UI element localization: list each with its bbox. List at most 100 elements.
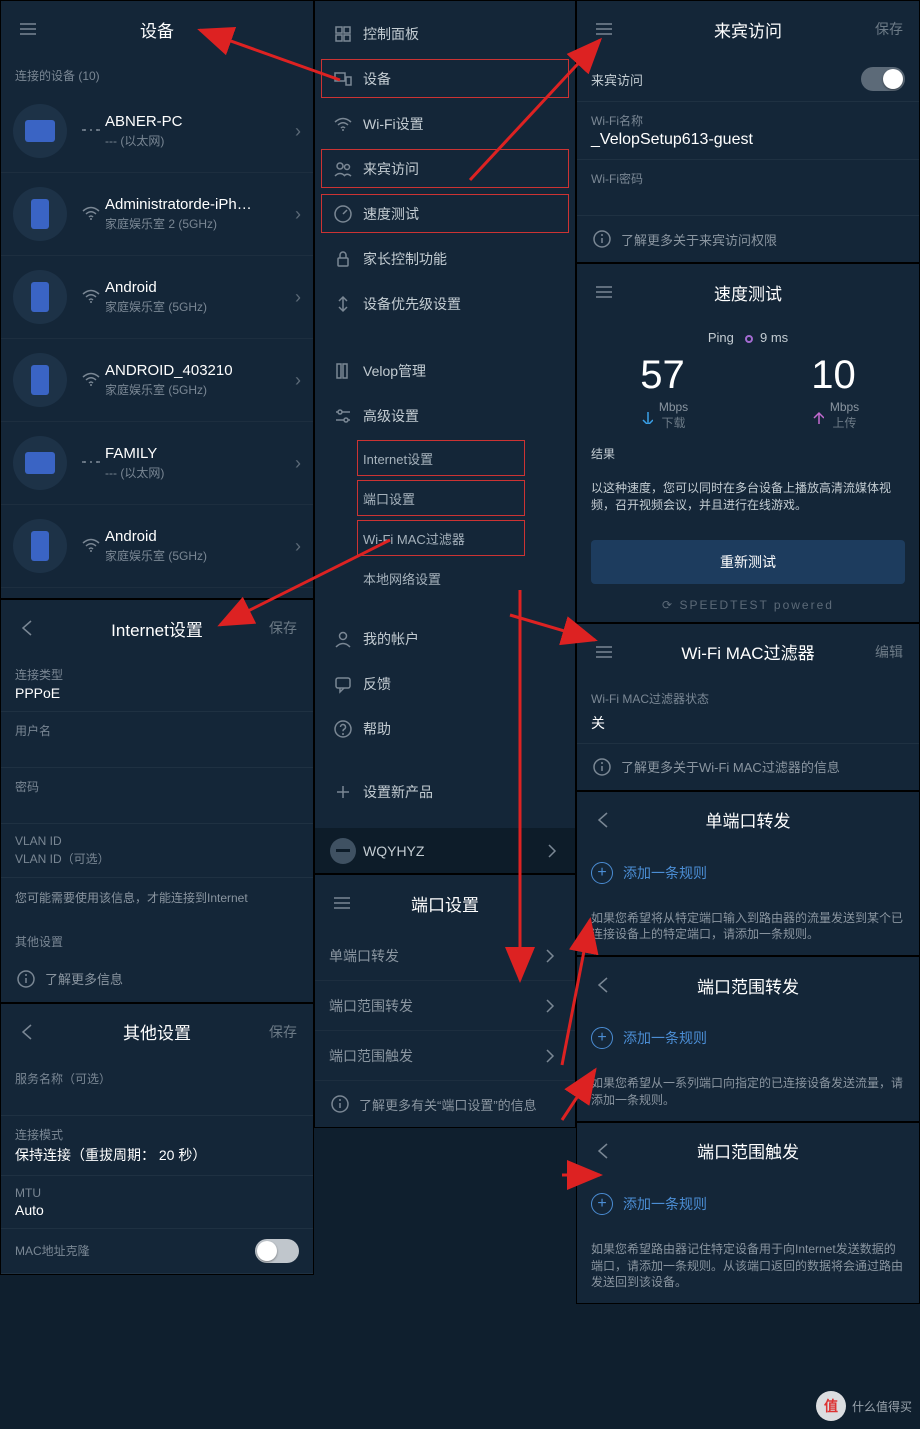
username-field[interactable]: 用户名 [1, 712, 313, 768]
learn-more-internet[interactable]: 了解更多信息 [1, 956, 313, 1002]
device-row[interactable]: Android家庭娱乐室 (5GHz) › [1, 505, 313, 588]
retest-button[interactable]: 重新测试 [591, 540, 905, 584]
add-rule-button[interactable]: +添加一条规则 [577, 1179, 919, 1229]
device-sub: 家庭娱乐室 (5GHz) [105, 547, 295, 564]
watermark: 值什么值得买 [816, 1391, 912, 1421]
connection-type-field[interactable]: 连接类型 PPPoE [1, 656, 313, 712]
info-icon [329, 1093, 351, 1115]
port-forward-panel: 单端口转发 +添加一条规则 如果您希望将从特定端口输入到路由器的流量发送到某个已… [576, 791, 920, 957]
submenu-item[interactable]: Internet设置 [315, 438, 575, 478]
add-rule-button[interactable]: +添加一条规则 [577, 1013, 919, 1063]
port-settings-hint[interactable]: 了解更多有关“端口设置”的信息 [315, 1081, 575, 1127]
node-row[interactable]: WQYHYZ [315, 828, 575, 873]
guest-learn-more[interactable]: 了解更多关于来宾访问权限 [577, 216, 919, 262]
back-icon[interactable] [17, 1021, 39, 1043]
hamburger-icon[interactable] [331, 892, 353, 914]
sliders-icon [323, 405, 363, 427]
device-row[interactable]: Administratorde-iPh…家庭娱乐室 2 (5GHz) › [1, 173, 313, 256]
connection-mode-field[interactable]: 连接模式 保持连接（重拔周期： 20 秒） [1, 1116, 313, 1176]
pf-hint: 如果您希望从一系列端口向指定的已连接设备发送流量，请添加一条规则。 [577, 1063, 919, 1121]
menu-label: Wi-Fi设置 [363, 114, 424, 134]
pf-hint: 如果您希望将从特定端口输入到路由器的流量发送到某个已连接设备上的特定端口，请添加… [577, 898, 919, 956]
wifi-icon [77, 534, 105, 559]
guest-toggle[interactable] [861, 67, 905, 91]
device-row[interactable]: FAMILY--- (以太网) › [1, 422, 313, 505]
device-row[interactable]: ANDROID_403210家庭娱乐室 (5GHz) › [1, 339, 313, 422]
vlan-field[interactable]: VLAN ID VLAN ID（可选） [1, 824, 313, 878]
save-button[interactable]: 保存 [269, 1022, 297, 1042]
submenu-item[interactable]: 端口设置 [315, 478, 575, 518]
hamburger-icon[interactable] [593, 281, 615, 303]
menu-item[interactable]: 高级设置 [315, 393, 575, 438]
save-button[interactable]: 保存 [269, 618, 297, 638]
info-icon [591, 756, 613, 778]
device-name: ABNER-PC [105, 113, 295, 130]
speedtest-powered: ⟳ SPEEDTEST powered [577, 598, 919, 622]
menu-item[interactable]: 设备优先级设置 [315, 281, 575, 326]
chat-icon [323, 673, 363, 695]
velop-icon [323, 360, 363, 382]
guest-access-panel: 来宾访问 保存 来宾访问 Wi-Fi名称 _VelopSetup613-gues… [576, 0, 920, 263]
port-row-label: 端口范围转发 [329, 996, 413, 1016]
menu-label: 设置新产品 [363, 782, 433, 802]
menu-item[interactable]: 我的帐户 [315, 616, 575, 661]
wifi-icon [323, 113, 363, 135]
mac-learn-more[interactable]: 了解更多关于Wi-Fi MAC过滤器的信息 [577, 744, 919, 790]
back-icon[interactable] [593, 1140, 615, 1162]
hamburger-icon[interactable] [593, 18, 615, 40]
mtu-field[interactable]: MTU Auto [1, 1176, 313, 1229]
result-label: 结果 [577, 431, 919, 468]
device-row[interactable]: Android 家庭娱乐室 (5GHz) › [1, 256, 313, 339]
back-icon[interactable] [593, 809, 615, 831]
guest-access-title: 来宾访问 [714, 17, 782, 42]
port-row[interactable]: 单端口转发 [315, 931, 575, 981]
devices-title: 设备 [140, 17, 174, 42]
hamburger-icon[interactable] [17, 18, 39, 40]
add-rule-button[interactable]: +添加一条规则 [577, 848, 919, 898]
info-icon [15, 968, 37, 990]
pf-title: 单端口转发 [706, 807, 791, 832]
menu-label: 设备 [363, 69, 391, 89]
internet-settings-panel: Internet设置 保存 连接类型 PPPoE 用户名 密码 VLAN ID … [0, 599, 314, 1003]
menu-item[interactable]: 来宾访问 [315, 146, 575, 191]
pf-title: 端口范围触发 [697, 1138, 799, 1163]
plus-icon [323, 781, 363, 803]
menu-item[interactable]: 速度测试 [315, 191, 575, 236]
save-button[interactable]: 保存 [875, 19, 903, 39]
service-name-field[interactable]: 服务名称（可选） [1, 1060, 313, 1116]
menu-item[interactable]: 控制面板 [315, 11, 575, 56]
password-field[interactable]: 密码 [1, 768, 313, 824]
info-icon [591, 228, 613, 250]
menu-item[interactable]: 反馈 [315, 661, 575, 706]
submenu-item[interactable]: 本地网络设置 [315, 558, 575, 598]
chevron-right-icon: › [295, 287, 301, 308]
submenu-item[interactable]: Wi-Fi MAC过滤器 [315, 518, 575, 558]
menu-label: 我的帐户 [363, 629, 419, 649]
menu-item[interactable]: Velop管理 [315, 348, 575, 393]
chevron-right-icon [539, 945, 561, 967]
device-sub: 家庭娱乐室 (5GHz) [105, 298, 295, 315]
device-sub: --- (以太网) [105, 132, 295, 149]
menu-item[interactable]: 设备 [315, 56, 575, 101]
hamburger-icon[interactable] [593, 641, 615, 663]
back-icon[interactable] [593, 974, 615, 996]
menu-item[interactable]: 帮助 [315, 706, 575, 751]
wifi-icon [77, 285, 105, 310]
back-icon[interactable] [17, 617, 39, 639]
menu-item[interactable]: Wi-Fi设置 [315, 101, 575, 146]
menu-item[interactable]: 设置新产品 [315, 769, 575, 814]
menu-label: 反馈 [363, 674, 391, 694]
internet-settings-title: Internet设置 [111, 616, 203, 641]
port-row[interactable]: 端口范围触发 [315, 1031, 575, 1081]
menu-item[interactable]: 家长控制功能 [315, 236, 575, 281]
download-speed: 57 Mbps下载 [580, 353, 744, 431]
wifi-password-field[interactable]: Wi-Fi密码 [577, 160, 919, 216]
edit-button[interactable]: 编辑 [875, 642, 903, 662]
wifi-name-field[interactable]: Wi-Fi名称 _VelopSetup613-guest [577, 102, 919, 160]
port-row-label: 端口范围触发 [329, 1046, 413, 1066]
device-name: Android [105, 279, 295, 296]
other-settings-title: 其他设置 [123, 1019, 191, 1044]
device-row[interactable]: ABNER-PC--- (以太网) › [1, 90, 313, 173]
mac-clone-toggle[interactable] [255, 1239, 299, 1263]
port-row[interactable]: 端口范围转发 [315, 981, 575, 1031]
